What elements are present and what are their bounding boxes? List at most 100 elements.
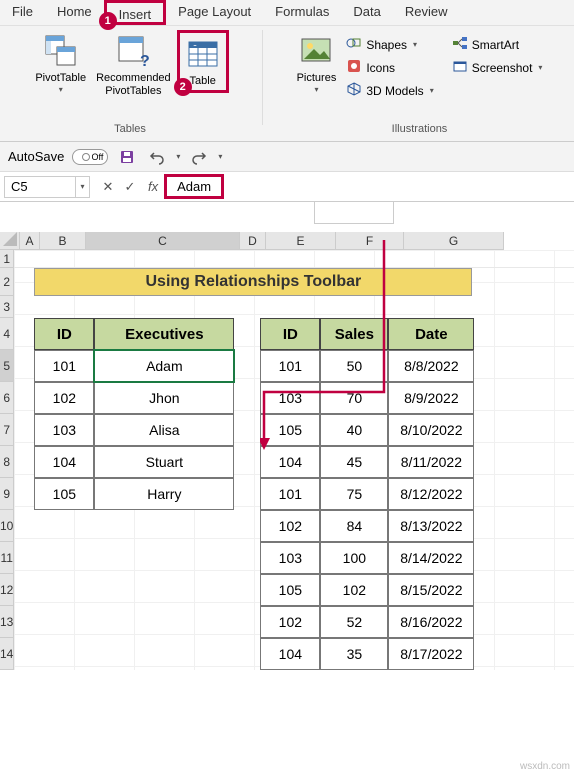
t2-r7-c2[interactable]: 8/15/2022 bbox=[388, 574, 474, 606]
table-button[interactable]: Table 2 bbox=[177, 30, 229, 93]
redo-button[interactable] bbox=[188, 146, 210, 168]
row-header-5[interactable]: 5 bbox=[0, 350, 14, 382]
t1-r0-c0[interactable]: 101 bbox=[34, 350, 94, 382]
t2-r1-c2[interactable]: 8/9/2022 bbox=[388, 382, 474, 414]
t1-r2-c0[interactable]: 103 bbox=[34, 414, 94, 446]
t2-r6-c0[interactable]: 103 bbox=[260, 542, 320, 574]
t2-r4-c2[interactable]: 8/12/2022 bbox=[388, 478, 474, 510]
tab-insert-label: Insert bbox=[119, 7, 152, 22]
row-header-7[interactable]: 7 bbox=[0, 414, 14, 446]
name-box-dropdown[interactable]: ▾ bbox=[76, 176, 90, 198]
t1-r1-c0[interactable]: 102 bbox=[34, 382, 94, 414]
t2-r9-c1[interactable]: 35 bbox=[320, 638, 388, 670]
undo-button[interactable] bbox=[146, 146, 168, 168]
t2-r6-c2[interactable]: 8/14/2022 bbox=[388, 542, 474, 574]
smartart-button[interactable]: SmartArt bbox=[448, 34, 547, 55]
t1-r0-c1-selected[interactable]: Adam bbox=[94, 350, 234, 382]
tab-home[interactable]: Home bbox=[45, 0, 104, 25]
icons-button[interactable]: Icons bbox=[342, 57, 437, 78]
svg-text:?: ? bbox=[140, 53, 150, 69]
row-header-11[interactable]: 11 bbox=[0, 542, 14, 574]
recommended-pivottables-button[interactable]: ? Recommended PivotTables bbox=[92, 30, 175, 100]
row-header-1[interactable]: 1 bbox=[0, 250, 14, 268]
undo-dropdown[interactable]: ▾ bbox=[176, 152, 180, 161]
t1-r4-c1[interactable]: Harry bbox=[94, 478, 234, 510]
row-header-8[interactable]: 8 bbox=[0, 446, 14, 478]
t2-r2-c2[interactable]: 8/10/2022 bbox=[388, 414, 474, 446]
tab-insert[interactable]: Insert 1 bbox=[104, 0, 167, 25]
t2-r3-c1[interactable]: 45 bbox=[320, 446, 388, 478]
smartart-label: SmartArt bbox=[472, 38, 519, 52]
t2-r2-c1[interactable]: 40 bbox=[320, 414, 388, 446]
pivottable-button[interactable]: PivotTable ▾ bbox=[31, 30, 90, 96]
3d-models-button[interactable]: 3D Models▾ bbox=[342, 80, 437, 101]
t2-r3-c0[interactable]: 104 bbox=[260, 446, 320, 478]
3d-models-icon bbox=[346, 81, 362, 100]
screenshot-button[interactable]: Screenshot▾ bbox=[448, 57, 547, 78]
formula-value[interactable]: Adam bbox=[164, 174, 224, 199]
row-header-6[interactable]: 6 bbox=[0, 382, 14, 414]
fx-icon[interactable]: fx bbox=[148, 179, 158, 194]
col-header-g[interactable]: G bbox=[404, 232, 504, 250]
t1-r3-c0[interactable]: 104 bbox=[34, 446, 94, 478]
name-box[interactable]: C5 bbox=[4, 176, 76, 198]
t2-r3-c2[interactable]: 8/11/2022 bbox=[388, 446, 474, 478]
tab-page-layout[interactable]: Page Layout bbox=[166, 0, 263, 25]
t2-r7-c1[interactable]: 102 bbox=[320, 574, 388, 606]
t2-r7-c0[interactable]: 105 bbox=[260, 574, 320, 606]
cancel-formula-button[interactable]: ✕ bbox=[98, 177, 118, 197]
select-all-corner[interactable] bbox=[0, 232, 20, 250]
t2-r4-c1[interactable]: 75 bbox=[320, 478, 388, 510]
pictures-button[interactable]: Pictures ▾ bbox=[293, 30, 341, 96]
row-header-2[interactable]: 2 bbox=[0, 268, 14, 296]
row-header-4[interactable]: 4 bbox=[0, 318, 14, 350]
t2-r5-c1[interactable]: 84 bbox=[320, 510, 388, 542]
save-button[interactable] bbox=[116, 146, 138, 168]
t2-r0-c1[interactable]: 50 bbox=[320, 350, 388, 382]
t2-r9-c0[interactable]: 104 bbox=[260, 638, 320, 670]
t1-r3-c1[interactable]: Stuart bbox=[94, 446, 234, 478]
tab-review[interactable]: Review bbox=[393, 0, 460, 25]
col-header-a[interactable]: A bbox=[20, 232, 40, 250]
t2-r0-c0[interactable]: 101 bbox=[260, 350, 320, 382]
shapes-button[interactable]: Shapes▾ bbox=[342, 34, 437, 55]
row-header-10[interactable]: 10 bbox=[0, 510, 14, 542]
autosave-toggle[interactable]: Off bbox=[72, 149, 108, 165]
row-header-13[interactable]: 13 bbox=[0, 606, 14, 638]
t2-r5-c2[interactable]: 8/13/2022 bbox=[388, 510, 474, 542]
table-icon bbox=[184, 35, 222, 73]
shapes-label: Shapes bbox=[366, 38, 407, 52]
row-header-14[interactable]: 14 bbox=[0, 638, 14, 670]
t2-r1-c0[interactable]: 103 bbox=[260, 382, 320, 414]
col-header-b[interactable]: B bbox=[40, 232, 86, 250]
t2-r0-c2[interactable]: 8/8/2022 bbox=[388, 350, 474, 382]
t2-r2-c0[interactable]: 105 bbox=[260, 414, 320, 446]
t1-r4-c0[interactable]: 105 bbox=[34, 478, 94, 510]
row-header-12[interactable]: 12 bbox=[0, 574, 14, 606]
t2-r1-c1[interactable]: 70 bbox=[320, 382, 388, 414]
tab-data[interactable]: Data bbox=[341, 0, 392, 25]
ribbon-group-tables: PivotTable ▾ ? Recommended PivotTables T… bbox=[0, 26, 260, 141]
col-header-c[interactable]: C bbox=[86, 232, 240, 250]
tab-formulas[interactable]: Formulas bbox=[263, 0, 341, 25]
row-header-9[interactable]: 9 bbox=[0, 478, 14, 510]
col-header-d[interactable]: D bbox=[240, 232, 266, 250]
redo-dropdown[interactable]: ▾ bbox=[218, 152, 222, 161]
worksheet[interactable]: A B C D E F G 1 2 3 4 5 6 7 8 9 10 11 12… bbox=[0, 232, 574, 670]
t1-r2-c1[interactable]: Alisa bbox=[94, 414, 234, 446]
ribbon-group-illustrations: Pictures ▾ Shapes▾ Icons 3D Models▾ bbox=[265, 26, 574, 141]
t2-r4-c0[interactable]: 101 bbox=[260, 478, 320, 510]
col-header-e[interactable]: E bbox=[266, 232, 336, 250]
t2-r8-c0[interactable]: 102 bbox=[260, 606, 320, 638]
tab-file[interactable]: File bbox=[0, 0, 45, 25]
t2-r6-c1[interactable]: 100 bbox=[320, 542, 388, 574]
row-header-3[interactable]: 3 bbox=[0, 296, 14, 318]
enter-formula-button[interactable]: ✓ bbox=[120, 177, 140, 197]
t2-r8-c2[interactable]: 8/16/2022 bbox=[388, 606, 474, 638]
t2-r8-c1[interactable]: 52 bbox=[320, 606, 388, 638]
t1-r1-c1[interactable]: Jhon bbox=[94, 382, 234, 414]
illustrations-group-label: Illustrations bbox=[392, 121, 448, 137]
t2-r9-c2[interactable]: 8/17/2022 bbox=[388, 638, 474, 670]
col-header-f[interactable]: F bbox=[336, 232, 404, 250]
t2-r5-c0[interactable]: 102 bbox=[260, 510, 320, 542]
